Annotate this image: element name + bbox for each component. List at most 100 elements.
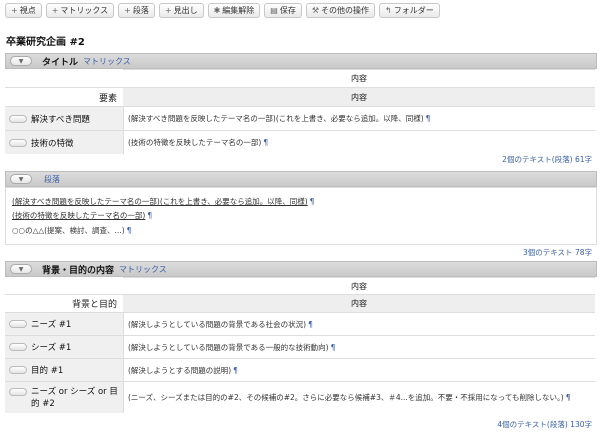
column-header: 内容 xyxy=(123,277,595,294)
row-label: シーズ #1 xyxy=(31,343,72,353)
folder-button[interactable]: ↰ フォルダー xyxy=(379,3,440,18)
plus-icon: + xyxy=(11,6,18,15)
table-row: 解決すべき問題 (解決すべき問題を反映したテーマ名の一部)(これを上書き、必要な… xyxy=(5,106,595,130)
row-label: ニーズ #1 xyxy=(31,320,72,330)
disk-icon: ▤ xyxy=(270,6,278,15)
row-value[interactable]: (ニーズ、シーズまたは目的の#2、その候補の#2。さらに必要なら候補#3、＃4.… xyxy=(123,381,595,413)
row-value[interactable]: (解決しようとしている問題の背景である社会の状況) ¶ xyxy=(123,312,595,335)
matrix-table: 内容 背景と目的 内容 ニーズ #1 (解決しようとしている問題の背景である社会… xyxy=(5,277,595,417)
button-label: 見出し xyxy=(173,6,198,15)
plus-icon: + xyxy=(124,6,131,15)
back-arrow-icon: ↰ xyxy=(385,6,392,15)
paragraph-box: (解決すべき問題を反映したテーマ名の一部)(これを上書き、必要なら追加。以降、同… xyxy=(5,187,597,245)
row-label-cell: 目的 #1 xyxy=(5,358,123,381)
add-viewpoint-button[interactable]: + 視点 xyxy=(5,3,42,18)
plus-icon: + xyxy=(51,6,59,15)
pilcrow-icon: ¶ xyxy=(263,138,269,147)
other-ops-button[interactable]: ⚒ その他の操作 xyxy=(305,3,376,18)
row-label: 解決すべき問題 xyxy=(31,114,90,125)
row-toggle[interactable] xyxy=(9,138,27,147)
line-text: (技術の特徴を反映したテーマ名の一部) xyxy=(12,211,146,220)
row-text: (解決しようとしている問題の背景である社会の状況) xyxy=(128,319,307,329)
row-header-label: 要素 xyxy=(5,87,123,106)
add-matrix-button[interactable]: + マトリックス xyxy=(45,3,115,18)
table-row: 要素 内容 xyxy=(5,87,595,106)
save-button[interactable]: ▤ 保存 xyxy=(264,3,302,18)
row-text: (解決しようとする問題の説明) xyxy=(128,365,232,375)
matrix-table: 内容 要素 内容 解決すべき問題 (解決すべき問題を反映したテーマ名の一部)(こ… xyxy=(5,69,595,167)
table-row: 目的 #1 (解決しようとする問題の説明) ¶ xyxy=(5,358,595,381)
text-count: 3個のテキスト 78字 xyxy=(523,248,592,257)
pilcrow-icon: ¶ xyxy=(425,114,431,123)
section-header-title: ▼ タイトル マトリックス xyxy=(5,53,597,69)
button-label: その他の操作 xyxy=(321,6,370,15)
add-heading-button[interactable]: + 見出し xyxy=(158,3,204,18)
row-text: (解決すべき問題を反映したテーマ名の一部)(これを上書き、必要なら追加。以降、同… xyxy=(128,114,424,123)
section-title: 背景・目的の内容 xyxy=(42,265,115,276)
pilcrow-icon: ¶ xyxy=(330,342,336,352)
text-count: 2個のテキスト(段落) 61字 xyxy=(502,155,592,164)
wrench-icon: ⚒ xyxy=(311,6,320,15)
collapse-toggle[interactable]: ▼ xyxy=(10,174,32,184)
asterisk-icon: ✱ xyxy=(213,6,221,15)
paragraph-line[interactable]: (技術の特徴を反映したテーマ名の一部) ¶ xyxy=(12,210,152,221)
table-row: 背景と目的 内容 xyxy=(5,294,595,312)
collapse-toggle[interactable]: ▼ xyxy=(10,56,32,66)
pilcrow-icon: ¶ xyxy=(147,211,153,220)
button-label: 視点 xyxy=(19,6,36,15)
row-label: 目的 #1 xyxy=(31,366,64,376)
button-label: マトリックス xyxy=(60,6,109,15)
button-label: 保存 xyxy=(279,6,296,15)
row-toggle[interactable] xyxy=(9,388,27,396)
pilcrow-icon: ¶ xyxy=(309,197,315,206)
row-value[interactable]: (技術の特徴を反映したテーマ名の一部) ¶ xyxy=(123,130,595,154)
row-label-cell: ニーズ #1 xyxy=(5,312,123,335)
collapse-toggle[interactable]: ▼ xyxy=(10,264,32,274)
section-type-link[interactable]: マトリックス xyxy=(83,56,131,67)
button-label: 段落 xyxy=(132,6,149,15)
table-row: ニーズ or シーズ or 目的 #2 (ニーズ、シーズまたは目的の#2、その候… xyxy=(5,381,595,413)
column-header: 内容 xyxy=(123,294,595,312)
chevron-down-icon: ▼ xyxy=(18,57,24,65)
column-header: 内容 xyxy=(123,87,595,106)
row-text: (技術の特徴を反映したテーマ名の一部) xyxy=(128,138,262,147)
table-row: 内容 xyxy=(5,69,595,87)
table-row: 内容 xyxy=(5,277,595,294)
row-value[interactable]: (解決しようとしている問題の背景である一般的な技術動向) ¶ xyxy=(123,335,595,358)
row-toggle[interactable] xyxy=(9,366,27,374)
add-paragraph-button[interactable]: + 段落 xyxy=(118,3,155,18)
section-header-background: ▼ 背景・目的の内容 マトリックス xyxy=(5,261,597,277)
pilcrow-icon: ¶ xyxy=(233,365,238,375)
table-row: シーズ #1 (解決しようとしている問題の背景である一般的な技術動向) ¶ xyxy=(5,335,595,358)
section-title: タイトル xyxy=(42,57,79,68)
section-type-link[interactable]: マトリックス xyxy=(119,264,167,275)
paragraph-line[interactable]: ○○の△△(提案、検討、調査、...) ¶ xyxy=(12,225,131,236)
pilcrow-icon: ¶ xyxy=(308,319,313,329)
pilcrow-icon: ¶ xyxy=(565,392,571,402)
row-text: (解決しようとしている問題の背景である一般的な技術動向) xyxy=(128,342,329,352)
row-toggle[interactable] xyxy=(9,114,27,123)
row-value[interactable]: (解決しようとする問題の説明) ¶ xyxy=(123,358,595,381)
button-label: 編集解除 xyxy=(222,6,255,15)
table-row: ニーズ #1 (解決しようとしている問題の背景である社会の状況) ¶ xyxy=(5,312,595,335)
line-text: ○○の△△(提案、検討、調査、...) xyxy=(12,226,125,235)
plus-icon: + xyxy=(164,6,172,15)
page-title: 卒業研究企画 #2 xyxy=(6,37,85,48)
line-text: (解決すべき問題を反映したテーマ名の一部)(これを上書き、必要なら追加。以降、同… xyxy=(12,197,308,206)
pilcrow-icon: ¶ xyxy=(126,226,132,235)
row-label: ニーズ or シーズ or 目的 #2 xyxy=(31,387,118,409)
cancel-edit-button[interactable]: ✱ 編集解除 xyxy=(207,3,261,18)
chevron-down-icon: ▼ xyxy=(18,265,24,273)
row-label-cell: ニーズ or シーズ or 目的 #2 xyxy=(5,381,123,413)
button-label: フォルダー xyxy=(393,6,434,15)
paragraph-line[interactable]: (解決すべき問題を反映したテーマ名の一部)(これを上書き、必要なら追加。以降、同… xyxy=(12,196,314,207)
row-text: (ニーズ、シーズまたは目的の#2、その候補の#2。さらに必要なら候補#3、＃4.… xyxy=(128,392,564,402)
row-label-cell: 解決すべき問題 xyxy=(5,106,123,130)
row-toggle[interactable] xyxy=(9,343,27,351)
chevron-down-icon: ▼ xyxy=(18,175,24,183)
row-value[interactable]: (解決すべき問題を反映したテーマ名の一部)(これを上書き、必要なら追加。以降、同… xyxy=(123,106,595,130)
row-toggle[interactable] xyxy=(9,320,27,328)
row-label-cell: 技術の特徴 xyxy=(5,130,123,154)
table-row: 技術の特徴 (技術の特徴を反映したテーマ名の一部) ¶ xyxy=(5,130,595,154)
section-type-link[interactable]: 段落 xyxy=(44,174,60,185)
